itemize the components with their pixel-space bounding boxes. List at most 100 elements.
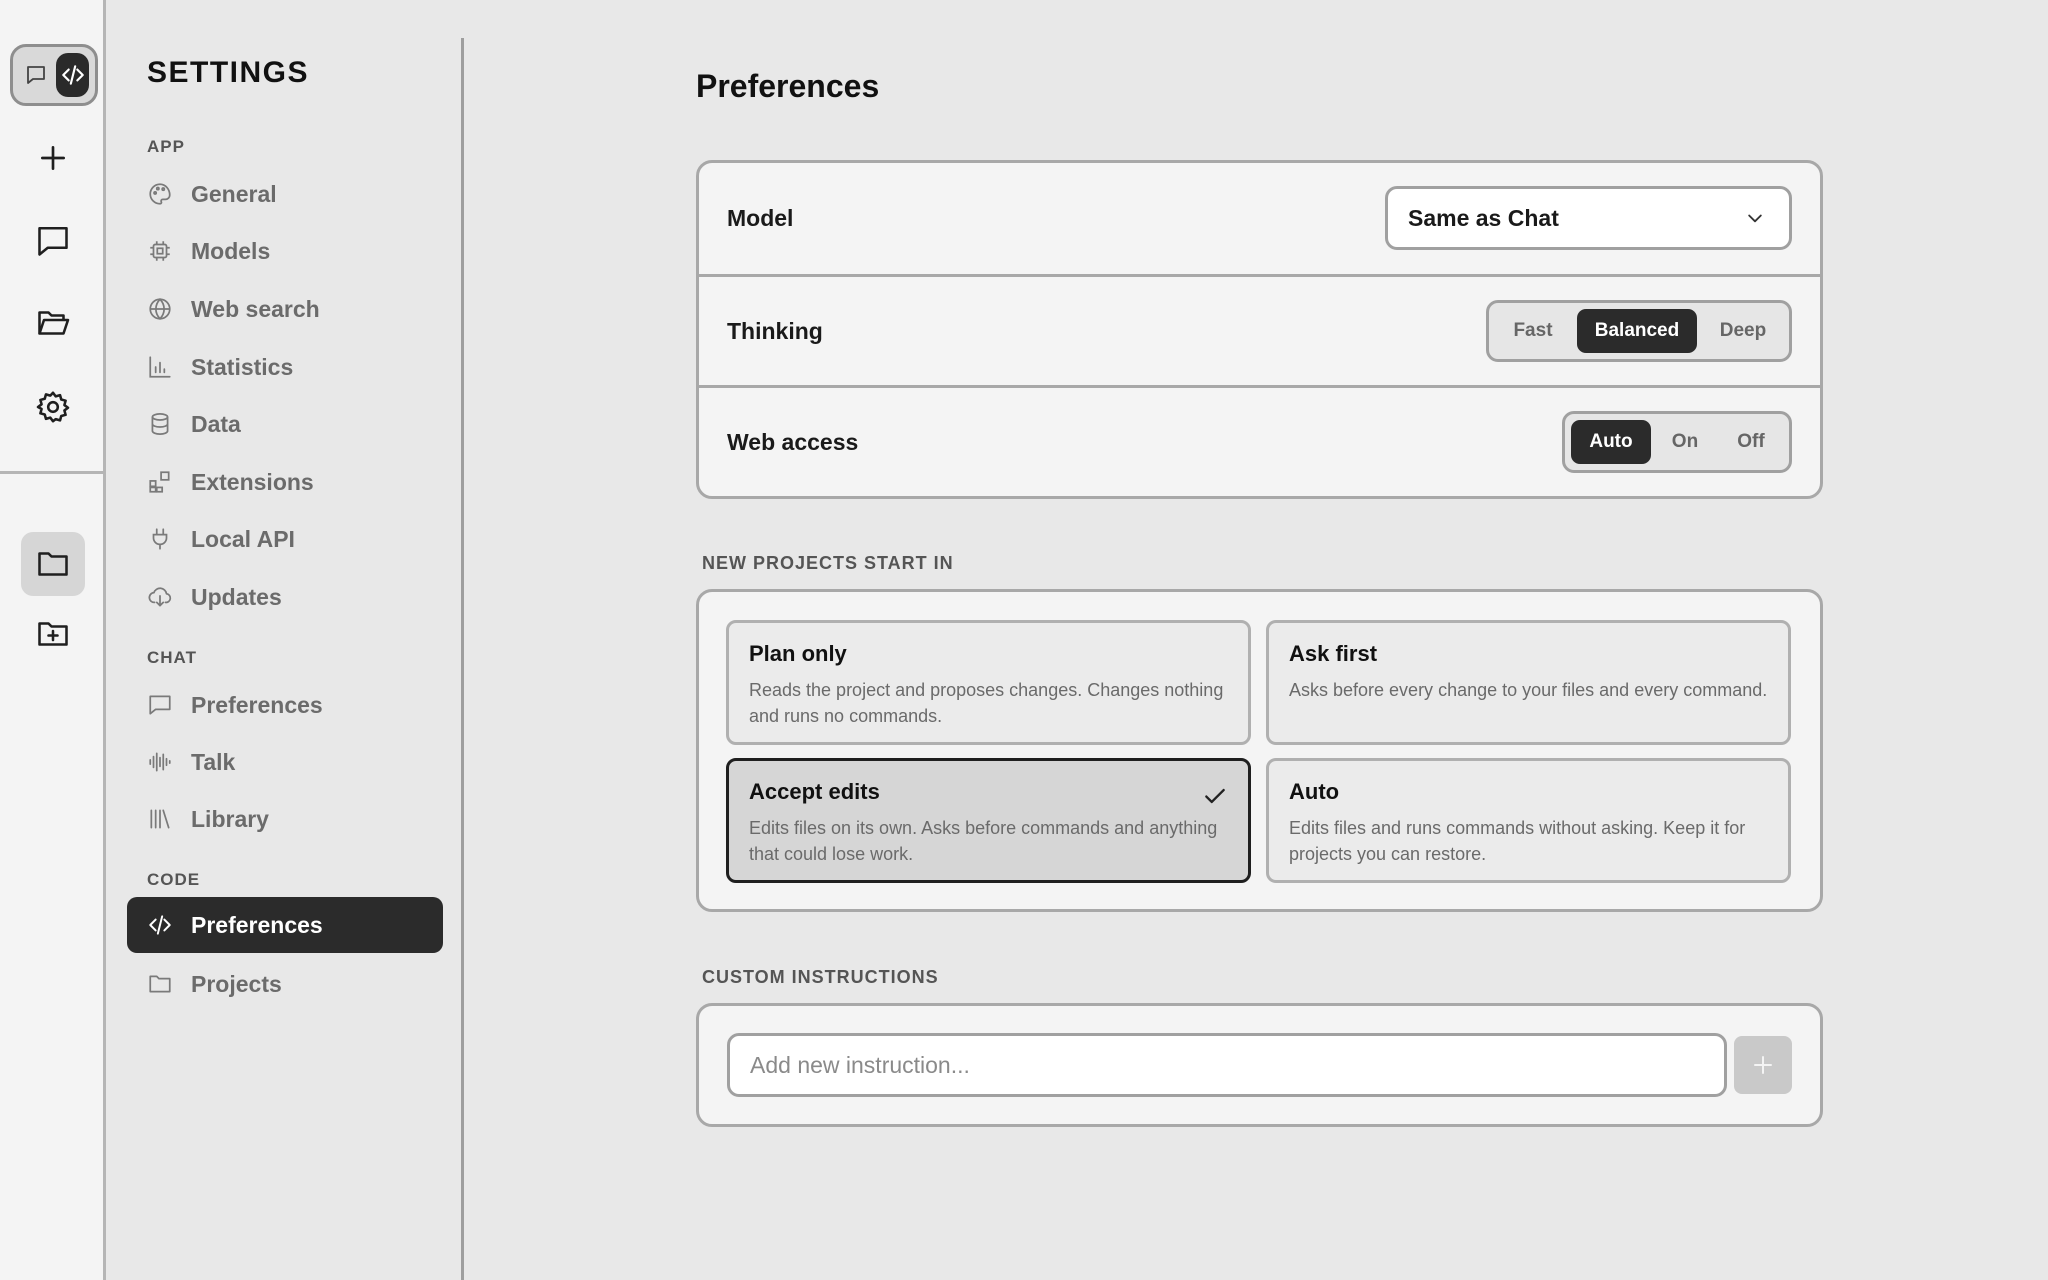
new-chat-button[interactable] [21,126,85,190]
thinking-option-fast[interactable]: Fast [1495,309,1571,353]
code-icon [61,65,84,85]
section-label-code: CODE [147,870,201,889]
mode-option-accept-edits[interactable]: Accept edits Edits files on its own. Ask… [726,758,1251,883]
sidebar-item-projects[interactable]: Projects [127,956,443,1012]
projects-button[interactable] [21,532,85,596]
chevron-down-icon [1748,214,1762,223]
sidebar-item-label: Projects [191,970,282,997]
sidebar-item-local-api[interactable]: Local API [127,511,443,567]
page-title: Preferences [696,68,880,104]
folder-open-icon [38,311,70,335]
mode-title: Accept edits [749,779,880,804]
instruction-input[interactable] [727,1033,1727,1097]
sidebar-title: SETTINGS [147,56,310,89]
new-project-button[interactable] [21,602,85,666]
sidebar-item-label: Preferences [191,691,323,718]
code-icon [147,912,173,938]
sidebar-item-code-preferences[interactable]: Preferences [127,897,443,953]
plug-icon [147,526,173,552]
sidebar-item-label: Data [191,410,241,437]
model-select-value: Same as Chat [1408,204,1559,231]
checkmark-icon [1205,788,1225,804]
gear-icon [36,391,70,423]
sidebar-item-label: Library [191,805,269,832]
sidebar-item-label: General [191,180,277,207]
mode-option-auto[interactable]: Auto Edits files and runs commands witho… [1266,758,1791,883]
folder-icon [38,552,68,576]
settings-card: Model Same as Chat Thinking Fast Balance… [696,160,1823,499]
extensions-icon [147,469,173,495]
model-select[interactable]: Same as Chat [1385,186,1792,250]
audio-wave-icon [147,749,173,775]
library-icon [147,806,173,832]
sidebar-item-statistics[interactable]: Statistics [127,339,443,395]
plus-icon [1754,1056,1772,1074]
chat-code-mode-toggle[interactable] [10,44,98,106]
mode-title: Auto [1289,779,1340,804]
mode-description: Edits files on its own. Asks before comm… [749,818,1218,864]
icon-rail [0,0,106,1280]
web-access-segmented-control[interactable]: Auto On Off [1562,411,1792,473]
mode-option-ask-first[interactable]: Ask first Asks before every change to yo… [1266,620,1791,745]
section-label-chat: CHAT [147,648,197,667]
globe-icon [147,296,173,322]
chat-mode-button[interactable] [19,53,52,97]
database-icon [147,411,173,437]
custom-instructions-label: CUSTOM INSTRUCTIONS [702,967,939,987]
web-access-option-off[interactable]: Off [1719,420,1783,464]
sidebar-item-label: Statistics [191,353,294,380]
mode-description: Edits files and runs commands without as… [1289,818,1746,864]
palette-icon [147,181,173,207]
custom-instructions-card [696,1003,1823,1127]
sidebar-item-extensions[interactable]: Extensions [127,454,443,510]
thinking-row: Thinking Fast Balanced Deep [699,277,1820,385]
folder-icon [147,971,173,997]
mode-option-plan-only[interactable]: Plan only Reads the project and proposes… [726,620,1251,745]
cloud-download-icon [147,584,173,610]
code-mode-button[interactable] [56,53,89,97]
thinking-option-balanced[interactable]: Balanced [1577,309,1697,353]
chat-bubble-icon [147,692,173,718]
plus-icon [41,146,65,170]
mode-title: Ask first [1289,641,1378,666]
new-projects-label: NEW PROJECTS START IN [702,553,954,573]
bar-chart-icon [147,354,173,380]
sidebar-item-label: Updates [191,583,282,610]
web-access-label: Web access [727,428,859,455]
sidebar-item-general[interactable]: General [127,166,443,222]
model-row: Model Same as Chat [699,163,1820,274]
web-access-option-auto[interactable]: Auto [1571,420,1651,464]
sidebar-divider [461,38,464,1280]
settings-sidebar: SETTINGS APP General Models Web search S… [109,0,463,1280]
sidebar-item-label: Talk [191,748,236,775]
sidebar-item-library[interactable]: Library [127,791,443,847]
sidebar-item-label: Models [191,237,271,264]
add-instruction-button[interactable] [1734,1036,1792,1094]
sidebar-item-updates[interactable]: Updates [127,569,443,625]
chat-bubble-icon [38,226,68,256]
chip-icon [147,238,173,264]
sidebar-item-models[interactable]: Models [127,223,443,279]
sidebar-item-web-search[interactable]: Web search [127,281,443,337]
section-label-app: APP [147,137,185,156]
thinking-label: Thinking [727,317,823,344]
folder-plus-icon [38,622,68,646]
open-folder-button[interactable] [21,291,85,355]
sidebar-item-label: Extensions [191,468,314,495]
web-access-option-on[interactable]: On [1657,420,1713,464]
rail-divider [0,471,106,474]
settings-button[interactable] [21,375,85,439]
sidebar-item-chat-preferences[interactable]: Preferences [127,677,443,733]
sidebar-item-data[interactable]: Data [127,396,443,452]
thinking-option-deep[interactable]: Deep [1703,309,1783,353]
thinking-segmented-control[interactable]: Fast Balanced Deep [1486,300,1792,362]
mode-description: Reads the project and proposes changes. … [749,680,1224,726]
web-access-row: Web access Auto On Off [699,388,1820,496]
chat-bubble-icon [26,66,45,84]
sidebar-item-talk[interactable]: Talk [127,734,443,790]
mode-description: Asks before every change to your files a… [1289,680,1768,700]
chats-button[interactable] [21,209,85,273]
new-projects-card: Plan only Reads the project and proposes… [696,589,1823,912]
sidebar-item-label: Local API [191,525,295,552]
sidebar-item-label: Preferences [191,911,323,938]
